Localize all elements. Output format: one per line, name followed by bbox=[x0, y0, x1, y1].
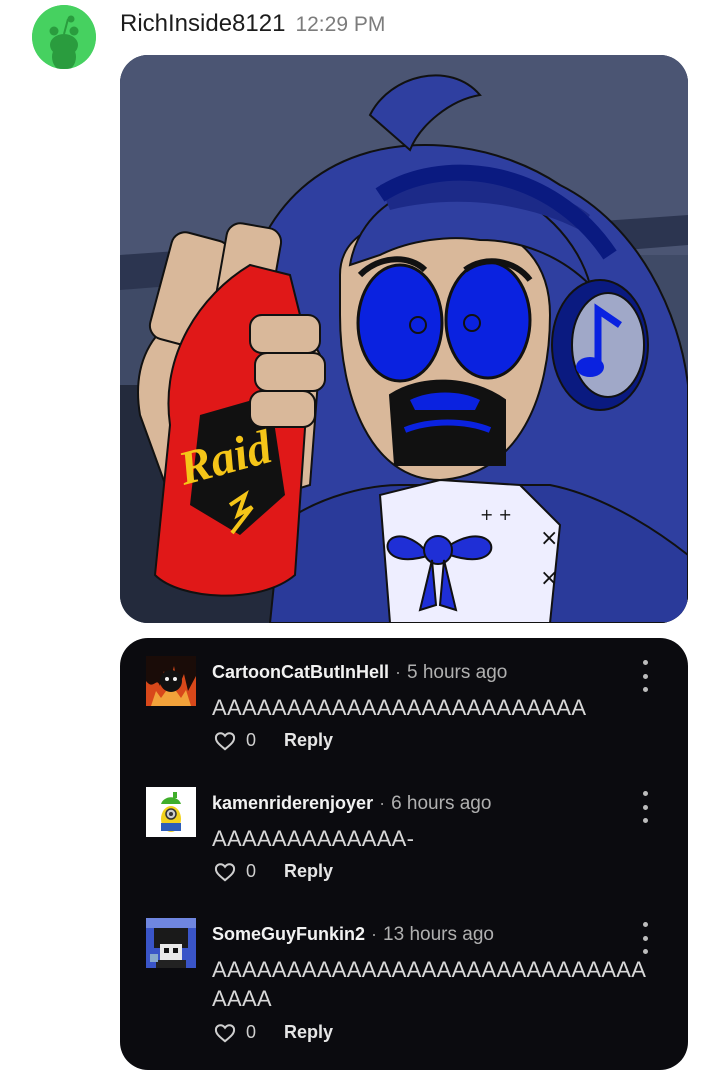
pixel-character-icon bbox=[146, 918, 196, 968]
comment-header: kamenriderenjoyer · 6 hours ago bbox=[212, 793, 491, 815]
comment-username[interactable]: kamenriderenjoyer bbox=[212, 793, 373, 814]
like-count: 0 bbox=[246, 861, 257, 881]
user-avatar[interactable] bbox=[32, 5, 96, 69]
comment-header: SomeGuyFunkin2 · 13 hours ago bbox=[212, 924, 494, 946]
heart-icon[interactable] bbox=[214, 731, 236, 751]
svg-text:×: × bbox=[540, 566, 558, 591]
separator-dot: · bbox=[371, 924, 378, 944]
comment-time: 6 hours ago bbox=[391, 793, 492, 814]
reply-button[interactable]: Reply bbox=[284, 1022, 333, 1043]
more-options-icon[interactable] bbox=[640, 660, 650, 692]
svg-text:+ +: + + bbox=[480, 505, 512, 524]
post-image[interactable]: Raid × × + + bbox=[120, 55, 688, 623]
comment-username[interactable]: CartoonCatButInHell bbox=[212, 662, 389, 683]
post-username[interactable]: RichInside8121 bbox=[120, 10, 285, 38]
comment-header: CartoonCatButInHell · 5 hours ago bbox=[212, 662, 507, 684]
comments-panel: CartoonCatButInHell · 5 hours ago AAAAAA… bbox=[120, 638, 688, 1070]
like-count: 0 bbox=[246, 730, 257, 750]
post-time: 12:29 PM bbox=[295, 13, 386, 36]
comment-avatar[interactable] bbox=[146, 656, 196, 706]
comment-actions: 0 Reply bbox=[214, 730, 333, 751]
comment-actions: 0 Reply bbox=[214, 1022, 333, 1043]
svg-text:×: × bbox=[540, 526, 558, 551]
separator-dot: · bbox=[395, 662, 401, 682]
comment-time: 13 hours ago bbox=[383, 924, 494, 945]
heart-icon[interactable] bbox=[214, 862, 236, 882]
separator-dot: · bbox=[379, 793, 386, 813]
comment-actions: 0 Reply bbox=[214, 861, 333, 882]
comment-time: 5 hours ago bbox=[407, 662, 508, 683]
comment-avatar[interactable] bbox=[146, 787, 196, 837]
more-options-icon[interactable] bbox=[640, 922, 650, 954]
comment-text: AAAAAAAAAAAAAAAAAAAAAAAAA bbox=[212, 695, 587, 720]
artwork-illustration: Raid × × + + bbox=[120, 55, 688, 623]
post-header: RichInside8121 12:29 PM bbox=[120, 10, 385, 38]
like-count: 0 bbox=[246, 1022, 257, 1042]
reddit-snoo-icon bbox=[32, 5, 96, 69]
comment-avatar[interactable] bbox=[146, 918, 196, 968]
heart-icon[interactable] bbox=[214, 1023, 236, 1043]
comment-username[interactable]: SomeGuyFunkin2 bbox=[212, 924, 365, 945]
reply-button[interactable]: Reply bbox=[284, 730, 333, 751]
comment-text: AAAAAAAAAAAAAAAAAAAAAAAAAAAAAAAAA bbox=[212, 957, 647, 1011]
reply-button[interactable]: Reply bbox=[284, 861, 333, 882]
fiery-cartoon-cat-icon bbox=[146, 656, 196, 706]
comment-text: AAAAAAAAAAAAA- bbox=[212, 826, 415, 851]
more-options-icon[interactable] bbox=[640, 791, 650, 823]
minion-character-icon bbox=[146, 787, 196, 837]
